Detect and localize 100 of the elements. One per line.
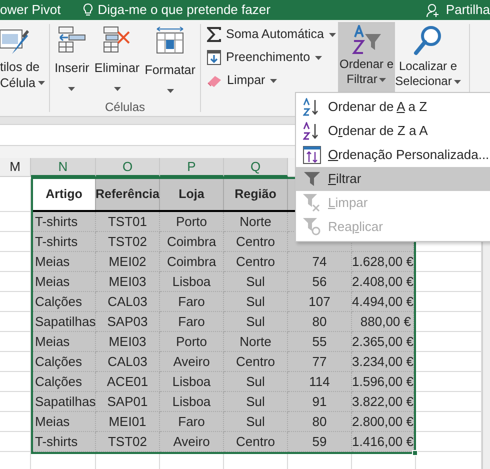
table-cell: T-shirts [35,434,78,449]
table-cell: Porto [176,334,208,349]
caret-icon [68,86,76,91]
table-cell: Norte [240,334,272,349]
table-cell: Sul [246,274,265,289]
table-cell: TST01 [108,214,147,229]
table-cell: MEI01 [108,414,146,429]
column-header[interactable]: O [96,158,160,177]
ribbon-tab[interactable]: ower Pivot [0,0,61,20]
table-cell: Centro [236,434,276,449]
cell-styles-button[interactable]: tilos de Célula [0,20,45,116]
table-cell: Sapatilhas [35,394,96,409]
share-person-icon [426,3,440,17]
table-cell: Sul [246,394,265,409]
ribbon-button[interactable]: Formatar [144,26,196,98]
table-cell: 80 [312,314,327,329]
table-cell: Sul [246,374,265,389]
table-cell: Faro [178,414,205,429]
table-cell: 59 [312,434,327,449]
fill-handle[interactable] [412,450,418,456]
empty-cell [0,372,31,392]
table-cell: 55 [312,334,327,349]
table-cell: 77 [312,354,327,369]
table-cell: 74 [312,254,327,269]
empty-cell [0,412,31,432]
eraser-icon [207,74,222,86]
column-header[interactable]: N [31,158,96,177]
table-cell: Sul [246,294,265,309]
caret-icon [38,81,46,85]
clear-filter-icon [303,194,321,212]
share-button[interactable]: Partilha [446,0,490,20]
table-header-cell: Loja [160,179,224,210]
empty-cell [0,312,31,332]
ribbon-button[interactable]: Eliminar [94,26,140,98]
delete-cells-icon [102,26,132,54]
ribbon-button[interactable]: Ordenar e Filtrar [338,22,395,94]
column-header[interactable]: Q [224,158,288,177]
table-cell: SAP03 [107,314,148,329]
table-cell: 1.596,00 € [352,374,414,389]
table-cell: Meias [35,274,70,289]
lightbulb-icon [82,3,93,17]
table-cell: 3.234,00 € [352,354,414,369]
table-cell: Faro [178,294,205,309]
empty-cell [0,392,31,412]
menu-item[interactable]: Filtrar [296,167,490,191]
table-cell: Meias [35,334,70,349]
table-cell: Coimbra [166,254,216,269]
empty-cell [0,272,31,292]
table-cell: Faro [178,314,205,329]
column-header[interactable]: M [0,158,31,177]
ribbon-button[interactable]: Soma Automática [207,25,338,44]
menu-item[interactable]: Ordenar de A a Z [296,95,490,119]
sort-descending-icon [303,122,321,140]
empty-cell [0,292,31,312]
table-cell: Calções [35,354,82,369]
table-cell: 91 [312,394,327,409]
table-cell: T-shirts [35,214,78,229]
sort-ascending-icon [303,98,321,116]
table-cell: 3.822,00 € [352,394,414,409]
caret-icon [379,78,386,82]
table-cell: 114 [309,374,330,389]
table-cell: Aveiro [173,354,210,369]
table-cell: Centro [236,354,276,369]
table-cell: TST02 [108,234,147,249]
menu-item[interactable]: Ordenação Personalizada... [296,143,490,167]
table-cell: 107 [308,294,330,309]
table-cell: MEI03 [108,334,146,349]
caret-icon [114,86,120,91]
table-cell: Meias [35,414,70,429]
table-cell: 2.365,00 € [352,334,414,349]
empty-cell [0,252,31,272]
reapply-filter-icon [303,218,321,236]
table-cell: Calções [35,294,82,309]
ribbon-button[interactable]: Limpar [207,71,338,90]
table-cell: Lisboa [172,374,211,389]
table-cell: TST02 [108,434,147,449]
sigma-icon [207,27,221,42]
table-header-cell: Referência [96,179,160,210]
empty-cell [0,432,31,452]
table-cell: Porto [176,214,208,229]
column-header[interactable]: P [160,158,224,177]
table-cell: Coimbra [166,234,216,249]
table-cell: CAL03 [108,294,148,309]
caret-icon [454,80,461,84]
ribbon-button[interactable]: Preenchimento [207,48,338,67]
ribbon-button[interactable]: Inserir [54,26,90,98]
menu-item[interactable]: Ordenar de Z a A [296,119,490,143]
tell-me-field[interactable]: Diga-me o que pretende fazer [98,0,270,20]
sort-filter-icon [350,25,382,55]
empty-cell [0,212,31,232]
table-cell: Lisboa [172,274,211,289]
ribbon-button[interactable]: Localizar e Selecionar [395,22,461,94]
table-cell: 4.494,00 € [352,294,414,309]
empty-cell [0,352,31,372]
table-cell: Centro [236,234,276,249]
table-cell: 80 [312,414,327,429]
empty-cell [0,232,31,252]
table-header-cell: Região [224,179,288,210]
table-cell: 2.800,00 € [352,414,414,429]
table-cell: 880,00 € [360,314,411,329]
